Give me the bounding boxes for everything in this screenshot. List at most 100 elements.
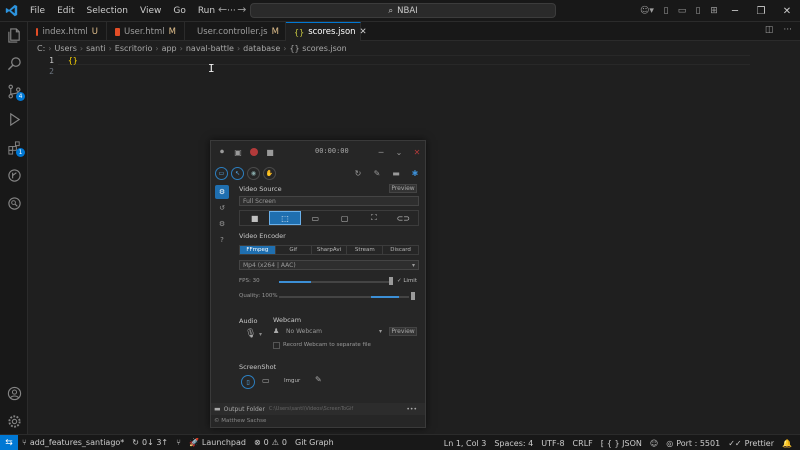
- format-select[interactable]: Mp4 (x264 | AAC) ▾: [239, 260, 419, 270]
- screenshot-folder-icon[interactable]: ▭: [262, 376, 270, 385]
- encoder-stream[interactable]: Stream: [347, 246, 384, 254]
- pencil-icon[interactable]: ✎: [315, 375, 322, 384]
- git-graph-status-icon[interactable]: ⑂: [172, 438, 185, 447]
- manage-gear-icon[interactable]: [0, 408, 28, 434]
- source-camera-icon[interactable]: ■: [240, 211, 269, 225]
- microphone-icon[interactable]: 🎙: [245, 329, 256, 339]
- source-window-icon[interactable]: ▢: [330, 211, 359, 225]
- account-icon[interactable]: [0, 380, 28, 406]
- output-folder-path[interactable]: C:\Users\santi\Videos\ScreenToGif: [269, 406, 353, 412]
- copilot-status-icon[interactable]: ☺: [646, 439, 662, 448]
- breadcrumb-item[interactable]: app: [162, 44, 177, 53]
- minimize-button[interactable]: ─: [722, 0, 748, 22]
- tab-scores-json[interactable]: {} scores.json ✕: [286, 22, 367, 41]
- camera-icon[interactable]: ▣: [230, 144, 246, 160]
- command-center-search[interactable]: ⌕ NBAI: [250, 3, 556, 18]
- forward-arrow-icon[interactable]: →: [237, 3, 246, 16]
- breadcrumb-item[interactable]: Escritorio: [115, 44, 153, 53]
- source-control-icon[interactable]: 4: [0, 78, 28, 104]
- code-line[interactable]: {}: [68, 56, 78, 65]
- source-field[interactable]: Full Screen: [239, 196, 419, 206]
- source-monitor-icon[interactable]: ▭: [301, 211, 330, 225]
- history-icon[interactable]: ↺: [215, 201, 229, 215]
- quality-slider-knob[interactable]: [411, 292, 415, 300]
- split-editor-icon[interactable]: ◫: [765, 25, 774, 35]
- restore-button[interactable]: ❐: [748, 0, 774, 22]
- source-screen-region-icon[interactable]: ⬚: [269, 211, 301, 225]
- git-graph-icon[interactable]: [0, 162, 28, 188]
- encoding[interactable]: UTF-8: [537, 439, 568, 448]
- branch-indicator[interactable]: ⑂ add_features_santiago*: [18, 438, 128, 447]
- remote-explorer-icon[interactable]: [0, 190, 28, 216]
- toggle-secondary-sidebar-icon[interactable]: ▯: [691, 0, 705, 22]
- toggle-primary-sidebar-icon[interactable]: ▯: [659, 0, 673, 22]
- recorder-menu-icon[interactable]: ⏺: [214, 144, 230, 160]
- close-recorder-icon[interactable]: ✕: [409, 144, 425, 160]
- capture-clicks-icon[interactable]: ◉: [247, 166, 260, 180]
- tab-close-icon[interactable]: ✕: [360, 27, 367, 37]
- explorer-icon[interactable]: [0, 22, 28, 48]
- encoder-ffmpeg[interactable]: FFmpeg: [240, 246, 276, 254]
- microphone-dropdown-icon[interactable]: ▾: [259, 331, 262, 338]
- problems-indicator[interactable]: ⊗ 0 ⚠ 0: [250, 438, 291, 447]
- fps-slider[interactable]: [279, 281, 389, 283]
- encoder-discard[interactable]: Discard: [383, 246, 418, 254]
- imgur-option[interactable]: Imgur: [284, 378, 300, 384]
- breadcrumb-item[interactable]: database: [243, 44, 280, 53]
- capture-cursor-mode-icon[interactable]: ↖: [231, 166, 244, 180]
- breadcrumb-item[interactable]: naval-battle: [186, 44, 234, 53]
- more-actions-icon[interactable]: ···: [783, 25, 792, 35]
- customize-layout-icon[interactable]: ⊞: [707, 0, 721, 22]
- help-icon[interactable]: ?: [215, 233, 229, 247]
- extensions-icon[interactable]: 1: [0, 134, 28, 160]
- run-debug-icon[interactable]: [0, 106, 28, 132]
- notifications-bell-icon[interactable]: 🔔: [778, 439, 796, 448]
- refresh-icon[interactable]: ↻: [350, 165, 366, 181]
- stop-icon[interactable]: ■: [262, 144, 278, 160]
- collapse-recorder-icon[interactable]: ⌄: [391, 144, 407, 160]
- encoder-sharpavi[interactable]: SharpAvi: [312, 246, 348, 254]
- settings-gear-icon[interactable]: ✱: [407, 165, 423, 181]
- back-arrow-icon[interactable]: ←: [218, 3, 227, 16]
- menu-go[interactable]: Go: [167, 0, 191, 22]
- breadcrumb-item[interactable]: C:: [37, 44, 45, 53]
- copilot-icon[interactable]: ☺▾: [637, 0, 657, 22]
- remote-indicator-icon[interactable]: ⇆: [0, 434, 18, 450]
- language-mode[interactable]: ⁅{ } JSON: [597, 439, 646, 448]
- menu-edit[interactable]: Edit: [51, 0, 80, 22]
- close-window-button[interactable]: ✕: [774, 0, 800, 22]
- menu-view[interactable]: View: [134, 0, 167, 22]
- search-sidebar-icon[interactable]: [0, 50, 28, 76]
- prettier-status[interactable]: ✓✓ Prettier: [724, 439, 778, 448]
- menu-file[interactable]: File: [24, 0, 51, 22]
- capture-keys-icon[interactable]: ✋: [263, 166, 276, 180]
- cursor-position[interactable]: Ln 1, Col 3: [440, 439, 491, 448]
- tab-user-controller-js[interactable]: User.controller.js M: [185, 22, 286, 41]
- menu-selection[interactable]: Selection: [81, 0, 134, 22]
- webcam-preview-button[interactable]: Preview: [389, 327, 417, 336]
- video-settings-icon[interactable]: ⚙: [215, 185, 229, 199]
- indentation[interactable]: Spaces: 4: [490, 439, 537, 448]
- tab-index-html[interactable]: index.html U: [28, 22, 107, 41]
- screenshot-mode-icon[interactable]: ▯: [241, 375, 255, 389]
- minimize-recorder-icon[interactable]: ─: [373, 144, 389, 160]
- toggle-panel-icon[interactable]: ▭: [675, 0, 689, 22]
- folder-icon[interactable]: ▬: [388, 165, 404, 181]
- encoder-gif[interactable]: Gif: [276, 246, 312, 254]
- line-ending[interactable]: CRLF: [569, 439, 597, 448]
- record-button[interactable]: [246, 144, 262, 160]
- breadcrumb-item[interactable]: Users: [54, 44, 76, 53]
- fps-slider-end-knob[interactable]: [389, 277, 393, 285]
- menu-run[interactable]: Run: [192, 0, 221, 22]
- quality-slider[interactable]: [279, 296, 409, 298]
- limit-checkbox[interactable]: ✓ Limit: [397, 278, 417, 284]
- capture-screen-mode-icon[interactable]: ▭: [215, 166, 228, 180]
- source-link-icon[interactable]: ⊂⊃: [389, 211, 418, 225]
- source-fullscreen-icon[interactable]: ⛶: [359, 211, 388, 225]
- brush-icon[interactable]: ✎: [369, 165, 385, 181]
- git-graph-button[interactable]: Git Graph: [291, 438, 338, 447]
- breadcrumb-item[interactable]: {} scores.json: [289, 44, 346, 53]
- sync-indicator[interactable]: ↻ 0↓ 3↑: [128, 438, 172, 447]
- output-folder-more-icon[interactable]: •••: [406, 406, 417, 413]
- options-icon[interactable]: ⚙: [215, 217, 229, 231]
